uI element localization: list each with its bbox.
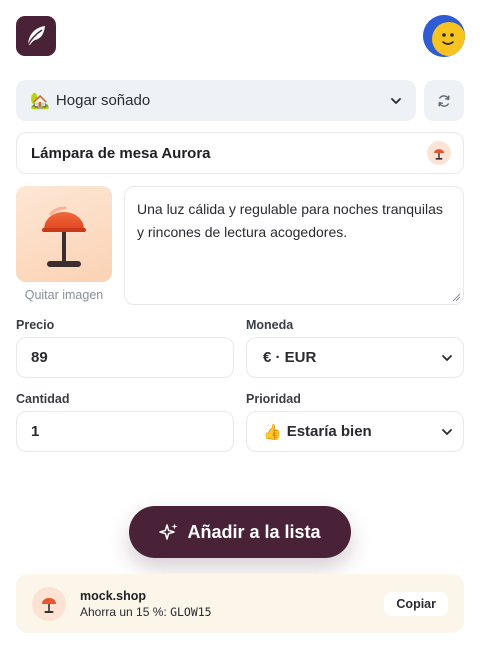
promo-code: GLOW15 (170, 604, 212, 619)
sparkles-icon (159, 523, 178, 540)
copy-code-button[interactable]: Copiar (384, 591, 448, 616)
remove-image-link[interactable]: Quitar imagen (16, 288, 112, 302)
promo-description: Ahorra un 15 %: GLOW15 (80, 605, 212, 619)
item-image[interactable] (16, 186, 112, 282)
lamp-image-icon (42, 206, 86, 267)
resize-grip-icon[interactable] (451, 292, 461, 302)
smiley-avatar-icon (423, 15, 465, 57)
quantity-value: 1 (31, 423, 40, 440)
feather-logo-icon (27, 26, 45, 46)
add-to-list-label: Añadir a la lista (187, 521, 321, 542)
priority-value: Estaría bien (286, 423, 372, 440)
promo-store: mock.shop (80, 588, 146, 603)
item-name-value: Lámpara de mesa Aurora (31, 144, 211, 162)
chevron-down-icon (442, 428, 452, 435)
currency-select[interactable]: € · EUR (246, 337, 464, 378)
price-value: 89 (31, 349, 48, 366)
item-description-value: Una luz cálida y regulable para noches t… (137, 201, 443, 240)
item-description-textarea[interactable]: Una luz cálida y regulable para noches t… (124, 186, 464, 305)
refresh-icon (438, 94, 450, 107)
promo-text: Ahorra un 15 %: (80, 604, 171, 619)
chevron-down-icon (442, 354, 452, 361)
price-label: Precio (16, 318, 55, 332)
lamp-icon (427, 141, 451, 165)
user-avatar[interactable] (423, 15, 465, 57)
wishlist-select[interactable]: 🏡 Hogar soñado (16, 80, 416, 121)
price-input[interactable]: 89 (16, 337, 234, 378)
priority-select[interactable]: 👍 Estaría bien (246, 411, 464, 452)
refresh-button[interactable] (424, 80, 464, 121)
house-emoji-icon: 🏡 (30, 92, 50, 110)
app-logo[interactable] (16, 16, 56, 56)
quantity-label: Cantidad (16, 392, 70, 406)
currency-label: Moneda (246, 318, 294, 332)
currency-value: € · EUR (263, 349, 317, 366)
item-name-input[interactable]: Lámpara de mesa Aurora (16, 132, 464, 174)
chevron-down-icon (391, 97, 401, 104)
thumbs-up-icon: 👍 (263, 423, 282, 441)
add-to-list-button[interactable]: Añadir a la lista (129, 506, 351, 558)
wishlist-select-value: Hogar soñado (55, 92, 151, 109)
lamp-icon (32, 586, 66, 621)
priority-label: Prioridad (246, 392, 301, 406)
promo-card: mock.shop Ahorra un 15 %: GLOW15 Copiar (16, 574, 464, 633)
quantity-input[interactable]: 1 (16, 411, 234, 452)
